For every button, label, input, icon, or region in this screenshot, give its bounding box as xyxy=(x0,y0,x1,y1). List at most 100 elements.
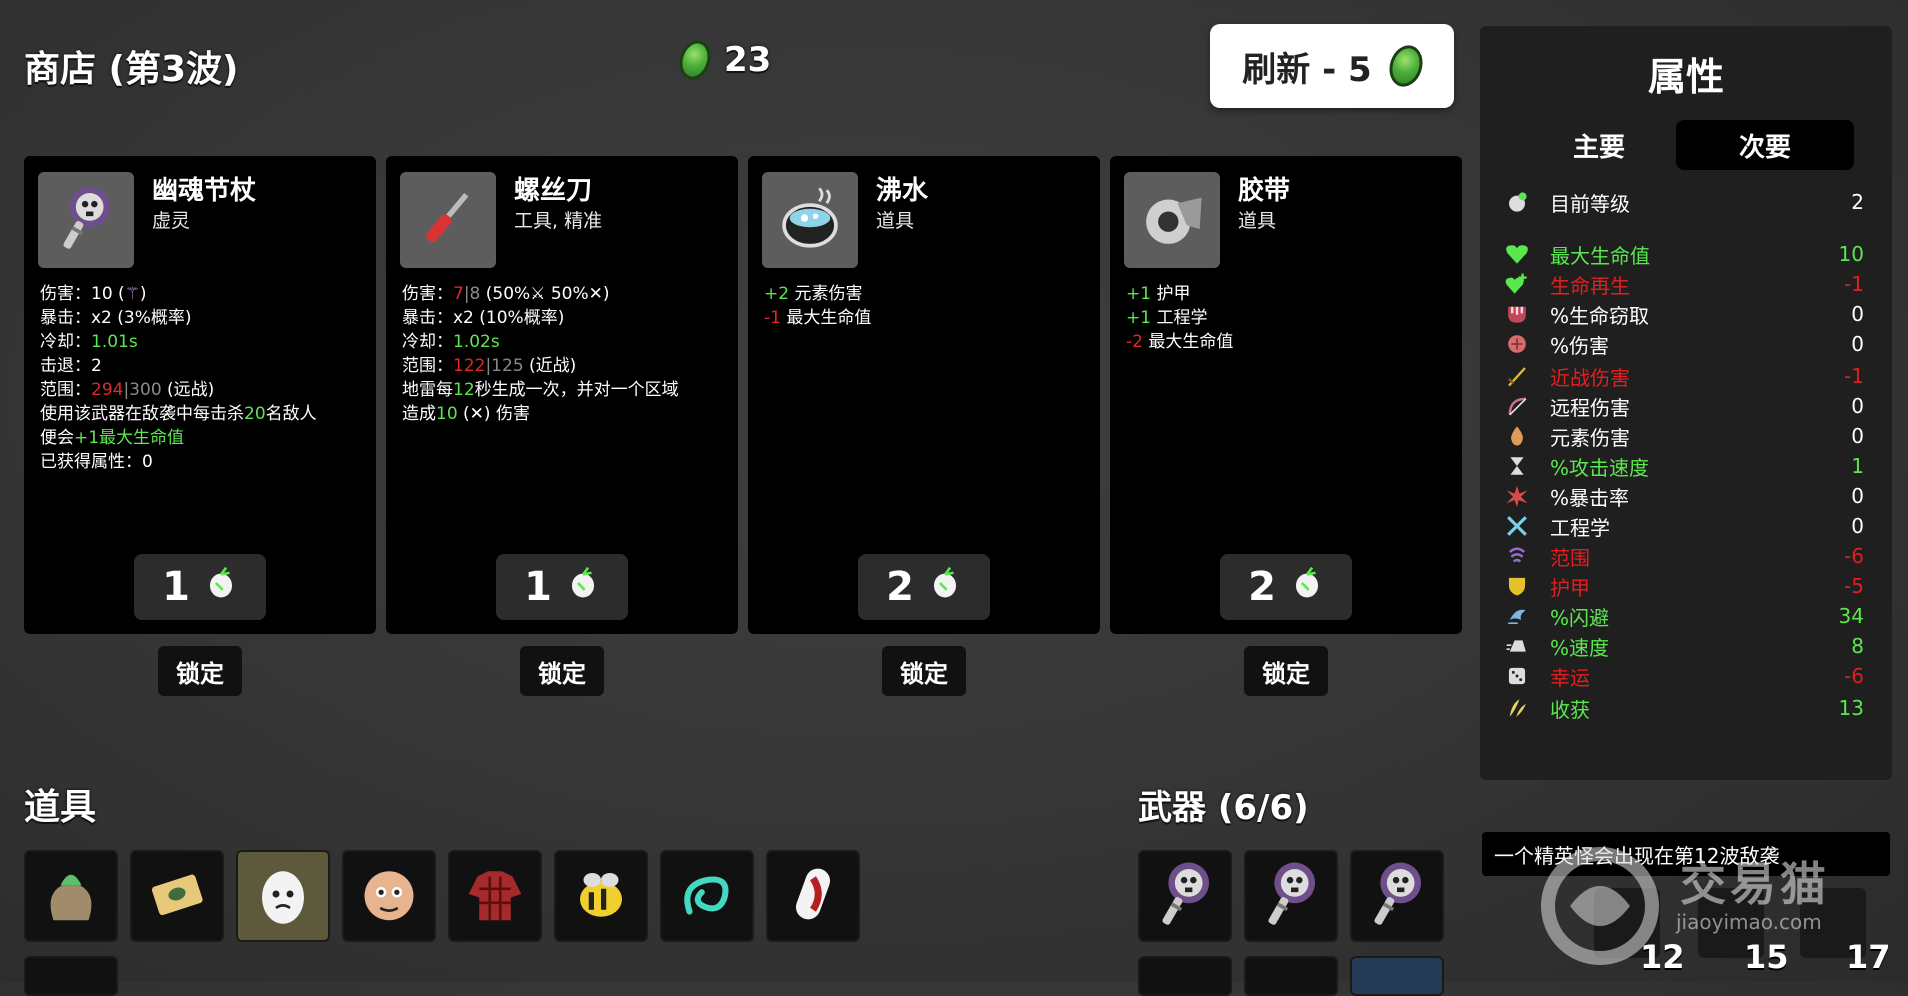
description-segment: 暴击：x2 (3%概率) xyxy=(40,308,192,328)
stat-row[interactable]: 生命再生 -1 xyxy=(1502,270,1864,298)
item-slot[interactable] xyxy=(766,850,860,942)
weapon-slot[interactable] xyxy=(1138,956,1232,996)
stat-value: 8 xyxy=(1851,634,1864,658)
buy-price-button[interactable]: 1 xyxy=(134,554,266,620)
item-slot[interactable] xyxy=(448,850,542,942)
shop-card[interactable]: 幽魂节杖 虚灵 伤害：10 (⚚) 暴击：x2 (3%概率) 冷却：1.01s 击退：2 范… xyxy=(24,156,376,634)
refresh-label: 刷新 - 5 xyxy=(1242,49,1372,90)
price-value: 1 xyxy=(524,564,552,610)
description-segment: 伤害： xyxy=(402,284,453,304)
shop-card[interactable]: 沸水 道具 +2 元素伤害 -1 最大生命值 2 xyxy=(748,156,1100,634)
stat-value: 0 xyxy=(1851,484,1864,508)
ghost-scepter-icon xyxy=(1360,857,1434,935)
description-segment: +2 xyxy=(764,284,790,304)
stat-value: 2 xyxy=(1851,190,1864,214)
material-coin-icon xyxy=(1384,41,1428,91)
stat-label: 元素伤害 xyxy=(1550,425,1630,450)
card-item-name: 沸水 xyxy=(876,176,929,206)
buy-price-button[interactable]: 2 xyxy=(1220,554,1352,620)
lock-button[interactable]: 锁定 xyxy=(520,646,604,696)
weapon-slot[interactable] xyxy=(1350,956,1444,996)
description-segment: +1最大生命值 xyxy=(74,428,185,448)
description-line: 已获得属性：0 xyxy=(40,450,366,474)
buy-price-button[interactable]: 2 xyxy=(858,554,990,620)
lock-button[interactable]: 锁定 xyxy=(882,646,966,696)
stat-row[interactable]: %生命窃取 0 xyxy=(1502,300,1864,328)
card-item-icon-box xyxy=(1124,172,1220,268)
stat-label: %伤害 xyxy=(1550,333,1610,358)
description-segment: +1 xyxy=(1126,284,1152,304)
card-item-type: 道具 xyxy=(876,210,915,232)
stat-row[interactable]: 工程学 0 xyxy=(1502,512,1864,540)
tab-secondary-stats[interactable]: 次要 xyxy=(1676,120,1854,170)
description-segment: 最大生命值 xyxy=(1142,332,1234,352)
gold-value: 23 xyxy=(724,40,772,80)
card-item-icon-box xyxy=(400,172,496,268)
stat-row[interactable]: 范围 -6 xyxy=(1502,542,1864,570)
weapon-slot[interactable] xyxy=(1244,956,1338,996)
plaid-shirt-icon xyxy=(460,859,530,933)
item-slot[interactable] xyxy=(24,850,118,942)
engineering-icon xyxy=(1502,513,1532,539)
shop-card[interactable]: 胶带 道具 +1 护甲 +1 工程学 -2 最大生命值 2 xyxy=(1110,156,1462,634)
tab-main-stats[interactable]: 主要 xyxy=(1510,120,1688,170)
fruit-price-icon xyxy=(1290,564,1324,610)
description-segment: 20 xyxy=(244,404,266,424)
weapon-slot[interactable] xyxy=(1138,850,1232,942)
stat-value: -6 xyxy=(1844,664,1864,688)
heart-icon xyxy=(1502,241,1532,267)
crit-chance-icon xyxy=(1502,483,1532,509)
stat-row[interactable]: 元素伤害 0 xyxy=(1502,422,1864,450)
ghost-scepter-icon xyxy=(1254,857,1328,935)
description-segment: ) xyxy=(139,284,147,304)
stat-value: -6 xyxy=(1844,544,1864,568)
item-slot[interactable] xyxy=(24,956,118,996)
lock-button[interactable]: 锁定 xyxy=(158,646,242,696)
stat-value: -5 xyxy=(1844,574,1864,598)
stat-row[interactable]: 幸运 -6 xyxy=(1502,662,1864,690)
item-slot[interactable] xyxy=(660,850,754,942)
refresh-button[interactable]: 刷新 - 5 xyxy=(1210,24,1454,108)
stat-row[interactable]: %攻击速度 1 xyxy=(1502,452,1864,480)
shop-card[interactable]: 螺丝刀 工具, 精准 伤害：7|8 (50%⚔ 50%✕) 暴击：x2 (10%概率)… xyxy=(386,156,738,634)
description-line: -2 最大生命值 xyxy=(1126,330,1452,354)
stat-row[interactable]: %暴击率 0 xyxy=(1502,482,1864,510)
description-segment: 元素伤害 xyxy=(789,284,863,304)
stat-label: 近战伤害 xyxy=(1550,365,1630,390)
stat-label: 目前等级 xyxy=(1550,191,1630,216)
item-slot[interactable] xyxy=(554,850,648,942)
stat-value: 34 xyxy=(1838,604,1864,628)
item-slot[interactable] xyxy=(342,850,436,942)
weapon-slot[interactable] xyxy=(1350,850,1444,942)
stat-row[interactable]: 护甲 -5 xyxy=(1502,572,1864,600)
description-line: +1 工程学 xyxy=(1126,306,1452,330)
description-segment: -2 xyxy=(1126,332,1143,352)
stat-row[interactable]: 远程伤害 0 xyxy=(1502,392,1864,420)
stat-label: 收获 xyxy=(1550,697,1590,722)
stat-row[interactable]: 近战伤害 -1 xyxy=(1502,362,1864,390)
description-segment: +1 xyxy=(1126,308,1152,328)
description-segment: ⚚ xyxy=(124,284,140,304)
hp-regen-icon xyxy=(1502,271,1532,297)
description-segment: 1.02s xyxy=(453,332,500,352)
stat-value: 0 xyxy=(1851,332,1864,356)
description-line: +2 元素伤害 xyxy=(764,282,1090,306)
stat-value: 13 xyxy=(1838,696,1864,720)
item-slot[interactable] xyxy=(236,850,330,942)
description-line: 范围：122|125 (近战) xyxy=(402,354,728,378)
description-segment: 秒生成一次，并对一个区域 xyxy=(474,380,679,400)
item-slot[interactable] xyxy=(130,850,224,942)
stat-row[interactable]: %速度 8 xyxy=(1502,632,1864,660)
card-item-icon-box xyxy=(762,172,858,268)
stat-row[interactable]: 目前等级 2 xyxy=(1502,188,1864,216)
stat-row[interactable]: %伤害 0 xyxy=(1502,330,1864,358)
weapon-slot[interactable] xyxy=(1244,850,1338,942)
buy-price-button[interactable]: 1 xyxy=(496,554,628,620)
stat-row[interactable]: 最大生命值 10 xyxy=(1502,240,1864,268)
stat-value: 0 xyxy=(1851,514,1864,538)
stat-row[interactable]: %闪避 34 xyxy=(1502,602,1864,630)
lock-button[interactable]: 锁定 xyxy=(1244,646,1328,696)
stat-label: %攻击速度 xyxy=(1550,455,1650,480)
stat-row[interactable]: 收获 13 xyxy=(1502,694,1864,722)
items-section-title: 道具 xyxy=(24,787,97,828)
